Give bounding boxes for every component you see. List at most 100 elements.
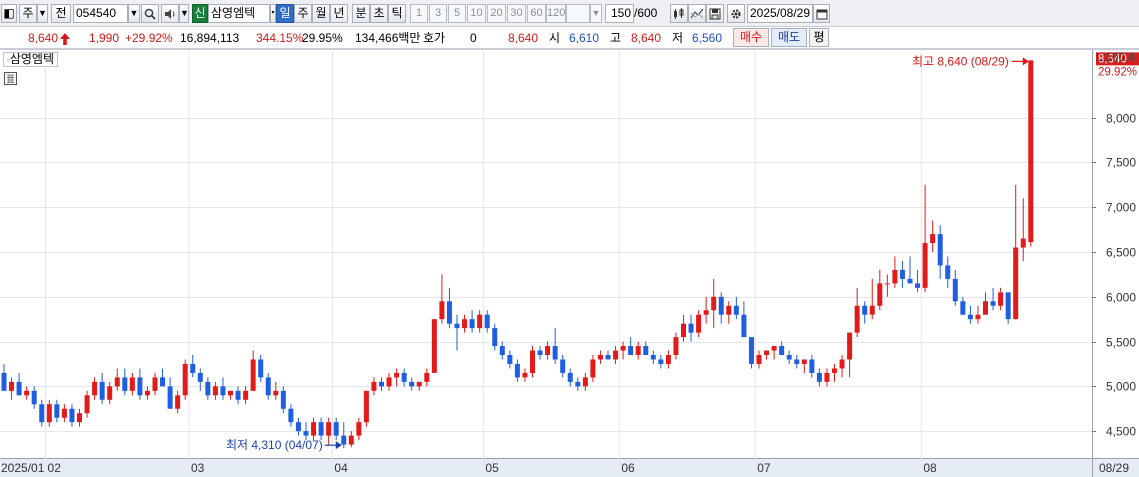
calendar-button[interactable] [813,4,830,23]
up-arrow-icon [60,33,70,45]
candle-body [673,337,679,356]
y-tick-label: 7,000 [1106,201,1136,215]
settings-button[interactable] [727,4,745,23]
period-year-button[interactable]: 년 [330,4,348,23]
candle-body [854,305,860,333]
candle-body [205,381,211,396]
search-button[interactable] [141,4,159,23]
x-tick-label: 03 [191,461,205,475]
y-tick-label: 5,000 [1106,380,1136,394]
candle-body [748,337,754,364]
interval-30-button[interactable]: 30 [507,4,526,23]
interval-120-button[interactable]: 120 [546,4,566,23]
interval-20-button[interactable]: 20 [487,4,506,23]
grid-toggle-icon[interactable] [4,72,17,85]
candle-body [794,359,800,364]
type-jong-button[interactable]: 주 [19,4,37,23]
code-dropdown-arrow[interactable]: ▼ [128,4,140,23]
interval-5-button[interactable]: 5 [448,4,466,23]
save-button[interactable] [706,4,724,23]
price-chart-svg[interactable]: 4,500 5,000 5,500 6,000 6,500 7,000 7,500 8,000… [0,49,1139,477]
candle-body [801,359,807,364]
main-toolbar: ◧ 주 ▼ 전 054540 ▼ ▼ 신 삼영엠텍 ▾ 일 주 월 년 분 초 … [0,0,1139,27]
candle-body [175,395,181,409]
gear-icon [731,9,741,19]
candle-body [348,435,354,445]
interval-60-button[interactable]: 60 [527,4,546,23]
candle-body [567,372,573,382]
avg-button[interactable]: 평 [809,28,829,47]
candle-body [545,346,551,356]
display-count-input[interactable]: 150 [605,4,634,23]
custom-interval-input[interactable] [566,4,590,23]
low-price: 6,560 [692,31,723,45]
y-tick-label: 8,000 [1106,112,1136,126]
candle-body [1020,238,1026,248]
candle-body [507,355,513,364]
candle-body [356,422,362,436]
period-week-button[interactable]: 주 [294,4,312,23]
candle-body [990,301,996,306]
interval-10-button[interactable]: 10 [467,4,486,23]
interval-1-button[interactable]: 1 [410,4,428,23]
save-icon [709,8,721,20]
interval-minute-button[interactable]: 분 [352,4,370,23]
interval-3-button[interactable]: 3 [429,4,447,23]
period-month-button[interactable]: 월 [312,4,330,23]
custom-interval-dropdown[interactable]: ▼ [590,4,602,23]
candle-body [915,283,921,288]
window-menu-button[interactable]: ◧ [1,4,17,23]
buy-button[interactable]: 매수 [733,28,769,47]
hoga-value: 0 [470,31,477,45]
candle-body [613,350,619,360]
legend-label: 삼영엠텍 [9,52,55,66]
legend-stock-name[interactable]: ▫삼영엠텍 [3,52,59,67]
candle-body [409,381,415,387]
price-change-percent: +29.92% [125,31,173,45]
y-tick-label: 7,500 [1106,156,1136,170]
interval-second-button[interactable]: 초 [370,4,388,23]
candle-body [643,346,649,356]
candle-body [703,310,709,315]
x-tick-label: 2025/01 [1,461,45,475]
compare-chart-button[interactable] [688,4,706,23]
volume: 16,894,113 [180,31,240,45]
candle-body [61,408,67,418]
candle-body [922,243,928,288]
candle-body [756,355,762,364]
speaker-icon [165,9,175,19]
candle-body [975,314,981,320]
candle-body [454,323,460,329]
candle-body [945,265,951,279]
candle-body [552,346,558,360]
sound-dropdown-arrow[interactable]: ▼ [179,4,189,23]
type-dropdown-arrow[interactable]: ▼ [37,4,48,23]
candle-body [394,372,400,378]
candle-body [892,269,898,284]
price-chart[interactable]: 4,500 5,000 5,500 6,000 6,500 7,000 7,500 8,000… [0,49,1139,477]
sell-button[interactable]: 매도 [771,28,807,47]
stock-name-field[interactable]: 삼영엠텍 [208,4,270,23]
candle-body [212,386,218,396]
candle-body [484,314,490,329]
volume-percent: 344.15% [256,31,304,45]
candle-body [160,377,166,387]
candle-body [575,381,581,387]
calendar-icon [816,9,827,20]
candle-body [84,395,90,414]
jeon-button[interactable]: 전 [51,4,71,23]
credit-sin-badge[interactable]: 신 [192,4,208,23]
open-label: 시 [549,31,561,45]
stock-code-input[interactable]: 054540 [73,4,128,23]
candle-body [152,377,158,391]
date-input[interactable]: 2025/08/29 [747,4,813,23]
low-annotation: 최저 4,310 (04/07) [226,438,323,452]
candle-body [952,278,958,302]
period-day-button[interactable]: 일 [276,4,294,23]
interval-tick-button[interactable]: 틱 [388,4,406,23]
candle-body [650,355,656,360]
sound-button[interactable] [161,4,179,23]
quote-bar: 8,640 1,990 +29.92% 16,894,113 344.15% 2… [0,27,1139,49]
candle-body [258,359,264,378]
chart-type-button[interactable] [670,4,688,23]
